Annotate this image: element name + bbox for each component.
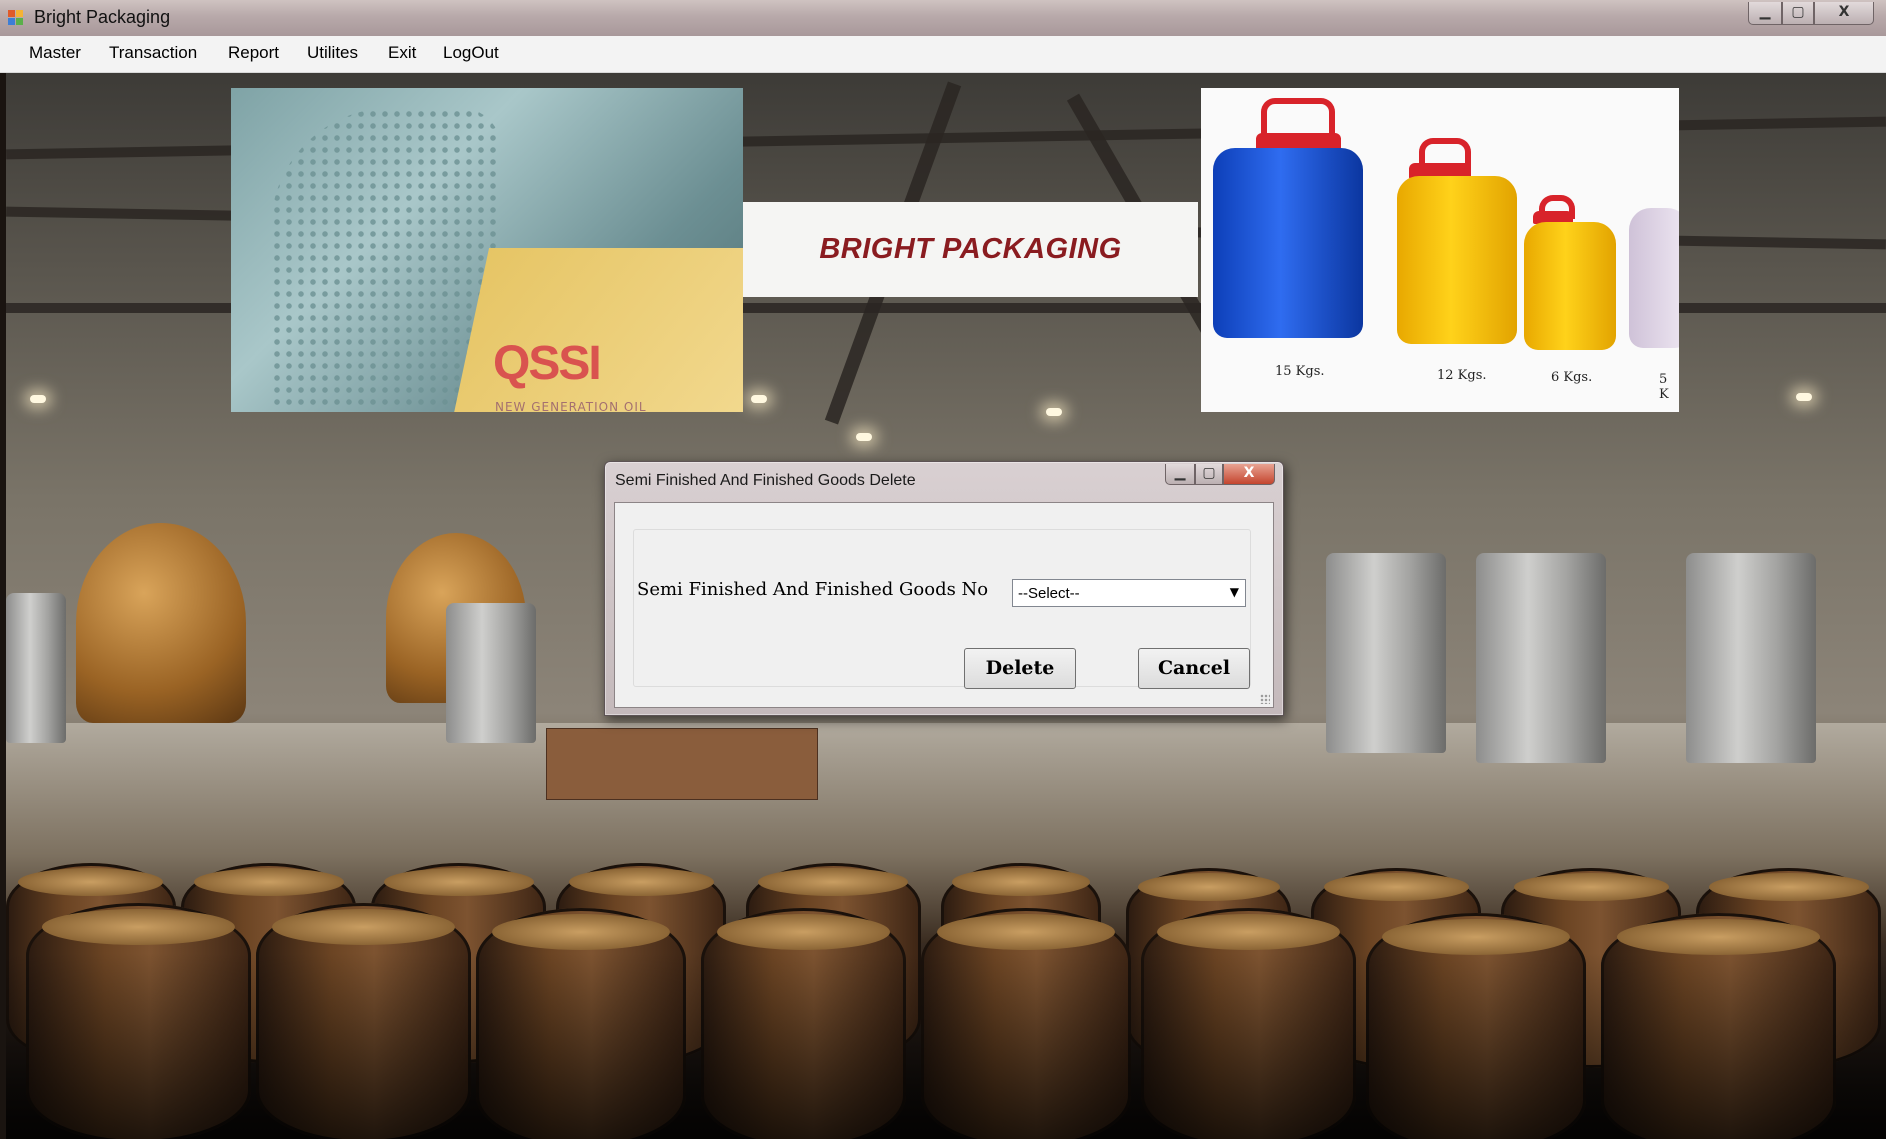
dialog-minimize-button[interactable]: ▁ <box>1165 464 1195 485</box>
bottle-slogan: NEW GENERATION OIL <box>495 400 647 412</box>
menu-bar: Master Transaction Report Utilites Exit … <box>0 36 1886 73</box>
dropdown-arrow-icon[interactable]: ▼ <box>1230 585 1239 599</box>
dialog-close-button[interactable]: X <box>1223 464 1275 485</box>
goods-no-select-value: --Select-- <box>1018 585 1080 602</box>
menu-exit[interactable]: Exit <box>388 43 416 63</box>
can-label-6kg: 6 Kgs. <box>1551 370 1593 385</box>
minimize-button[interactable]: ▁ <box>1748 2 1782 25</box>
can-label-15kg: 15 Kgs. <box>1275 364 1325 379</box>
can-label-5kg: 5 K <box>1659 372 1669 402</box>
menu-logout[interactable]: LogOut <box>443 43 499 63</box>
dialog-title: Semi Finished And Finished Goods Delete <box>615 472 916 489</box>
plastic-cans-image: 15 Kgs. 12 Kgs. 6 Kgs. 5 K <box>1201 88 1679 412</box>
maximize-button[interactable]: ▢ <box>1782 2 1814 25</box>
delete-dialog: Semi Finished And Finished Goods Delete … <box>604 461 1284 716</box>
resize-grip[interactable] <box>1260 694 1270 704</box>
close-button[interactable]: X <box>1814 2 1874 25</box>
cancel-button[interactable]: Cancel <box>1138 648 1250 689</box>
menu-transaction[interactable]: Transaction <box>109 43 197 63</box>
delete-button[interactable]: Delete <box>964 648 1076 689</box>
oil-bottle-image: QSSI NEW GENERATION OIL <box>231 88 743 412</box>
goods-no-label: Semi Finished And Finished Goods No <box>637 579 989 600</box>
window-controls: ▁ ▢ X <box>1748 2 1874 25</box>
window-title: Bright Packaging <box>34 7 171 27</box>
dialog-body: Semi Finished And Finished Goods No --Se… <box>614 502 1274 708</box>
dialog-controls: ▁ ▢ X <box>1165 464 1275 485</box>
goods-no-select[interactable]: --Select-- ▼ <box>1012 579 1246 607</box>
brand-banner: BRIGHT PACKAGING <box>743 202 1198 297</box>
can-label-12kg: 12 Kgs. <box>1437 368 1487 383</box>
menu-utilites[interactable]: Utilites <box>307 43 358 63</box>
brand-title: BRIGHT PACKAGING <box>819 233 1122 265</box>
app-icon <box>8 10 24 26</box>
dialog-maximize-button[interactable]: ▢ <box>1195 464 1223 485</box>
menu-report[interactable]: Report <box>228 43 279 63</box>
menu-master[interactable]: Master <box>29 43 81 63</box>
bottle-logo: QSSI <box>493 337 602 390</box>
window-titlebar: Bright Packaging ▁ ▢ X <box>0 0 1886 37</box>
